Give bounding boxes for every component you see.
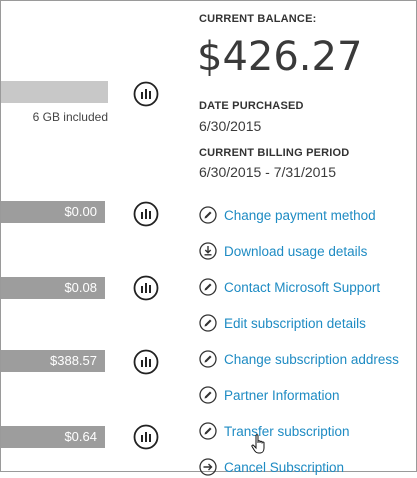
usage-bar-1: $0.00: [1, 201, 105, 223]
usage-note: 6 GB included: [32, 110, 108, 124]
bar-chart-icon[interactable]: [133, 81, 159, 107]
pencil-icon: [199, 206, 217, 224]
current-balance-label: CURRENT BALANCE:: [199, 13, 317, 25]
action-label: Transfer subscription: [224, 423, 350, 439]
bar-chart-icon[interactable]: [133, 201, 159, 227]
bar-chart-icon[interactable]: [133, 424, 159, 450]
contact-support-link[interactable]: Contact Microsoft Support: [199, 276, 380, 298]
bar-chart-icon[interactable]: [133, 275, 159, 301]
pencil-icon: [199, 422, 217, 440]
pencil-icon: [199, 314, 217, 332]
change-payment-method-link[interactable]: Change payment method: [199, 204, 376, 226]
action-label: Edit subscription details: [224, 315, 366, 331]
pencil-icon: [199, 278, 217, 296]
bar-chart-icon[interactable]: [133, 349, 159, 375]
date-purchased-label: DATE PURCHASED: [199, 100, 304, 112]
pencil-icon: [199, 350, 217, 368]
download-icon: [199, 242, 217, 260]
action-label: Change subscription address: [224, 351, 399, 367]
billing-period-value: 6/30/2015 - 7/31/2015: [199, 164, 337, 180]
usage-bar-data: [1, 81, 108, 103]
action-label: Partner Information: [224, 387, 340, 403]
edit-subscription-details-link[interactable]: Edit subscription details: [199, 312, 366, 334]
date-purchased-value: 6/30/2015: [199, 118, 262, 134]
transfer-subscription-link[interactable]: Transfer subscription: [199, 420, 350, 442]
change-subscription-address-link[interactable]: Change subscription address: [199, 348, 399, 370]
usage-bar-2: $0.08: [1, 277, 105, 299]
usage-bar-4: $0.64: [1, 426, 105, 448]
hand-cursor-icon: [251, 434, 265, 454]
cancel-subscription-link[interactable]: Cancel Subscription: [199, 456, 344, 478]
download-usage-details-link[interactable]: Download usage details: [199, 240, 367, 262]
billing-period-label: CURRENT BILLING PERIOD: [199, 147, 350, 159]
action-label: Contact Microsoft Support: [224, 279, 381, 295]
arrow-right-icon: [199, 458, 217, 476]
current-balance-value: $426.27: [197, 34, 363, 80]
pencil-icon: [199, 386, 217, 404]
partner-information-link[interactable]: Partner Information: [199, 384, 340, 406]
action-label: Change payment method: [224, 207, 376, 223]
action-label: Download usage details: [224, 243, 368, 259]
action-label: Cancel Subscription: [224, 459, 345, 475]
usage-bar-3: $388.57: [1, 350, 105, 372]
